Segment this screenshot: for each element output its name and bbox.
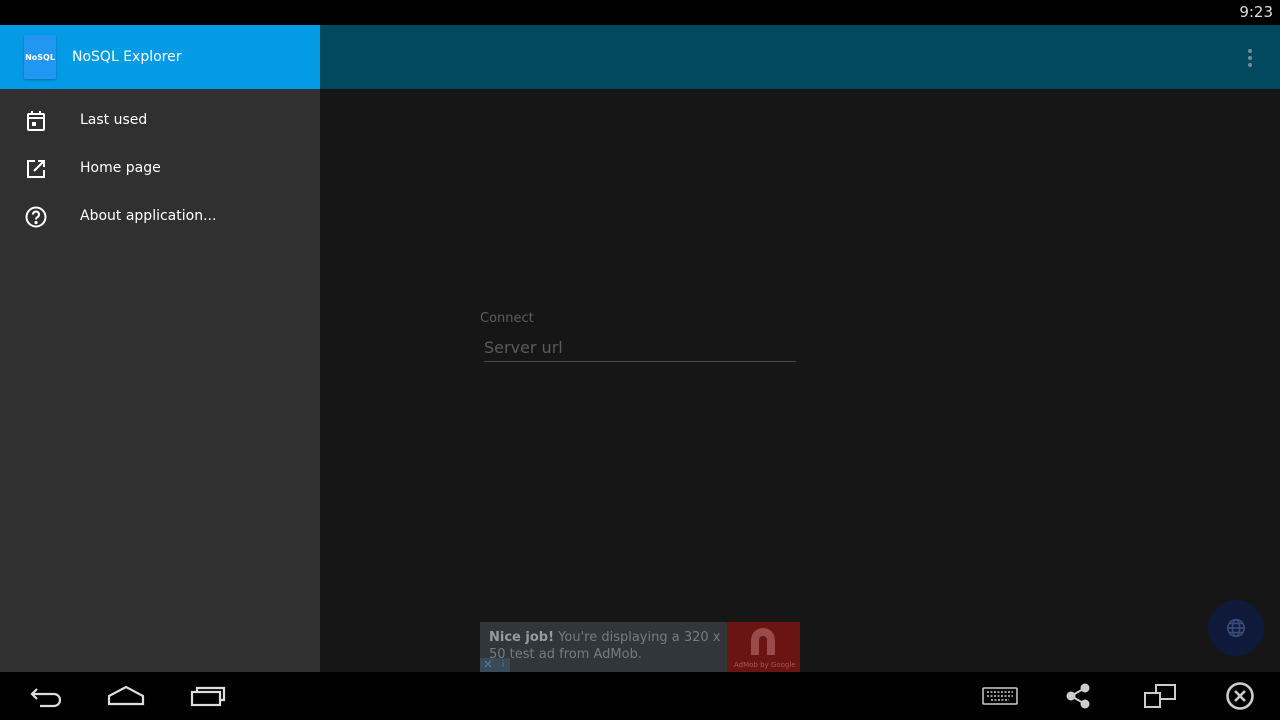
close-app-button[interactable]	[1220, 680, 1260, 712]
navigation-drawer: NoSQL NoSQL Explorer Last used Home page	[0, 25, 320, 672]
keyboard-button[interactable]	[980, 680, 1020, 712]
app-title: NoSQL Explorer	[72, 49, 182, 65]
open-external-icon	[27, 160, 45, 178]
back-icon	[30, 688, 62, 708]
connect-fab[interactable]	[1208, 600, 1264, 656]
calendar-icon	[27, 111, 45, 131]
ad-text-bold: Nice job!	[489, 630, 555, 645]
drawer-item-about[interactable]: About application...	[0, 193, 320, 241]
drawer-item-label: Last used	[80, 112, 148, 128]
server-url-input[interactable]	[484, 333, 796, 362]
status-time: 9:23	[1239, 3, 1273, 21]
home-button[interactable]	[104, 680, 148, 712]
app-logo: NoSQL	[24, 35, 56, 79]
admob-logo: AdMob by Google	[727, 622, 800, 672]
help-circle-icon	[25, 206, 47, 228]
ad-close-icon[interactable]: ✕	[480, 658, 496, 672]
recents-icon	[190, 686, 226, 707]
drawer-header: NoSQL NoSQL Explorer	[0, 25, 320, 89]
recents-button[interactable]	[188, 680, 228, 712]
ad-banner[interactable]: Nice job! You're displaying a 320 x 50 t…	[480, 622, 800, 672]
drawer-item-label: About application...	[80, 208, 217, 224]
app-area: Connect Nice job! You're displaying a 32…	[0, 25, 1280, 672]
keyboard-icon	[982, 687, 1018, 705]
app-logo-text: NoSQL	[25, 52, 55, 62]
drawer-item-label: Home page	[80, 160, 161, 176]
ad-text: Nice job! You're displaying a 320 x 50 t…	[489, 629, 729, 663]
drawer-item-home-page[interactable]: Home page	[0, 145, 320, 193]
screen-rotate-button[interactable]	[1140, 680, 1180, 712]
overflow-menu-icon[interactable]	[1242, 48, 1258, 68]
share-button[interactable]	[1060, 680, 1096, 712]
globe-icon	[1226, 618, 1246, 638]
drawer-item-last-used[interactable]: Last used	[0, 97, 320, 145]
close-circle-icon	[1226, 682, 1254, 710]
admob-icon	[751, 628, 775, 655]
status-bar: 9:23	[0, 0, 1280, 25]
screen-window-icon	[1144, 684, 1176, 708]
home-icon	[107, 685, 145, 706]
admob-logo-text: AdMob by Google	[734, 661, 796, 669]
share-icon	[1066, 683, 1090, 709]
back-button[interactable]	[26, 680, 66, 712]
ad-info-icon[interactable]: i	[496, 658, 510, 672]
connect-label: Connect	[480, 311, 534, 326]
system-nav-bar	[0, 672, 1280, 720]
